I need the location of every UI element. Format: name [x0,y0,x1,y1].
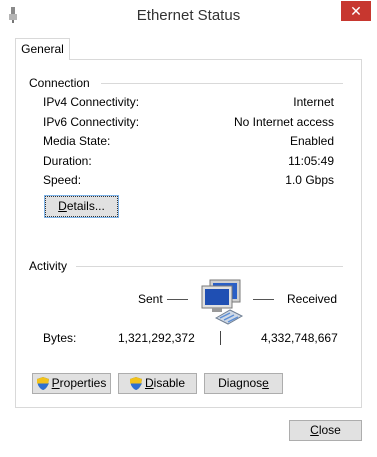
tab-general[interactable]: General [15,38,70,60]
close-icon: ✕ [350,3,362,19]
window-title: Ethernet Status [136,7,241,24]
speed-label: Speed: [43,173,82,187]
sent-label: Sent [138,292,163,306]
bytes-received-value: 4,332,748,667 [261,331,338,345]
ipv4-label: IPv4 Connectivity: [43,95,140,109]
disable-accel: D [144,376,154,390]
network-activity-icon [201,279,244,325]
ipv4-value: Internet [293,95,334,109]
duration-label: Duration: [43,154,92,168]
close-button[interactable]: Close [289,420,362,441]
ipv6-label: IPv6 Connectivity: [43,115,140,129]
properties-accel: P [51,376,60,390]
duration-value: 11:05:49 [288,154,334,168]
general-panel: Connection IPv4 Connectivity: Internet I… [15,59,362,408]
activity-divider [76,266,343,267]
diagnose-accel: e [262,376,269,390]
diagnose-label-pre: Diagnos [218,376,263,390]
ipv6-value: No Internet access [233,115,334,129]
media-state-value: Enabled [289,134,334,148]
close-accel: C [310,423,319,437]
disable-button[interactable]: Disable [118,373,197,394]
close-label: lose [318,423,341,437]
connection-heading: Connection [29,76,90,90]
disable-label: isable [153,376,186,390]
activity-heading: Activity [29,259,68,273]
speed-value: 1.0 Gbps [285,173,334,187]
sent-dash [167,299,188,300]
uac-shield-icon [129,377,142,391]
diagnose-button[interactable]: Diagnose [204,373,283,394]
properties-label: roperties [59,376,107,390]
received-dash [253,299,274,300]
received-label: Received [287,292,338,306]
bytes-separator [220,331,221,345]
bytes-label: Bytes: [43,331,77,345]
properties-button[interactable]: Properties [32,373,111,394]
details-button[interactable]: Details... [44,195,119,218]
connection-divider [101,83,343,84]
uac-shield-icon [36,377,49,391]
ethernet-status-window: Ethernet Status ✕ General Connection IPv… [0,0,377,457]
bytes-sent-value: 1,321,292,372 [118,331,195,345]
tab-strip: General [9,36,368,60]
media-state-label: Media State: [43,134,111,148]
title-bar[interactable]: Ethernet Status ✕ [0,0,377,30]
close-window-button[interactable]: ✕ [341,1,371,21]
details-label: etails... [66,199,105,213]
details-accel: D [58,199,67,213]
